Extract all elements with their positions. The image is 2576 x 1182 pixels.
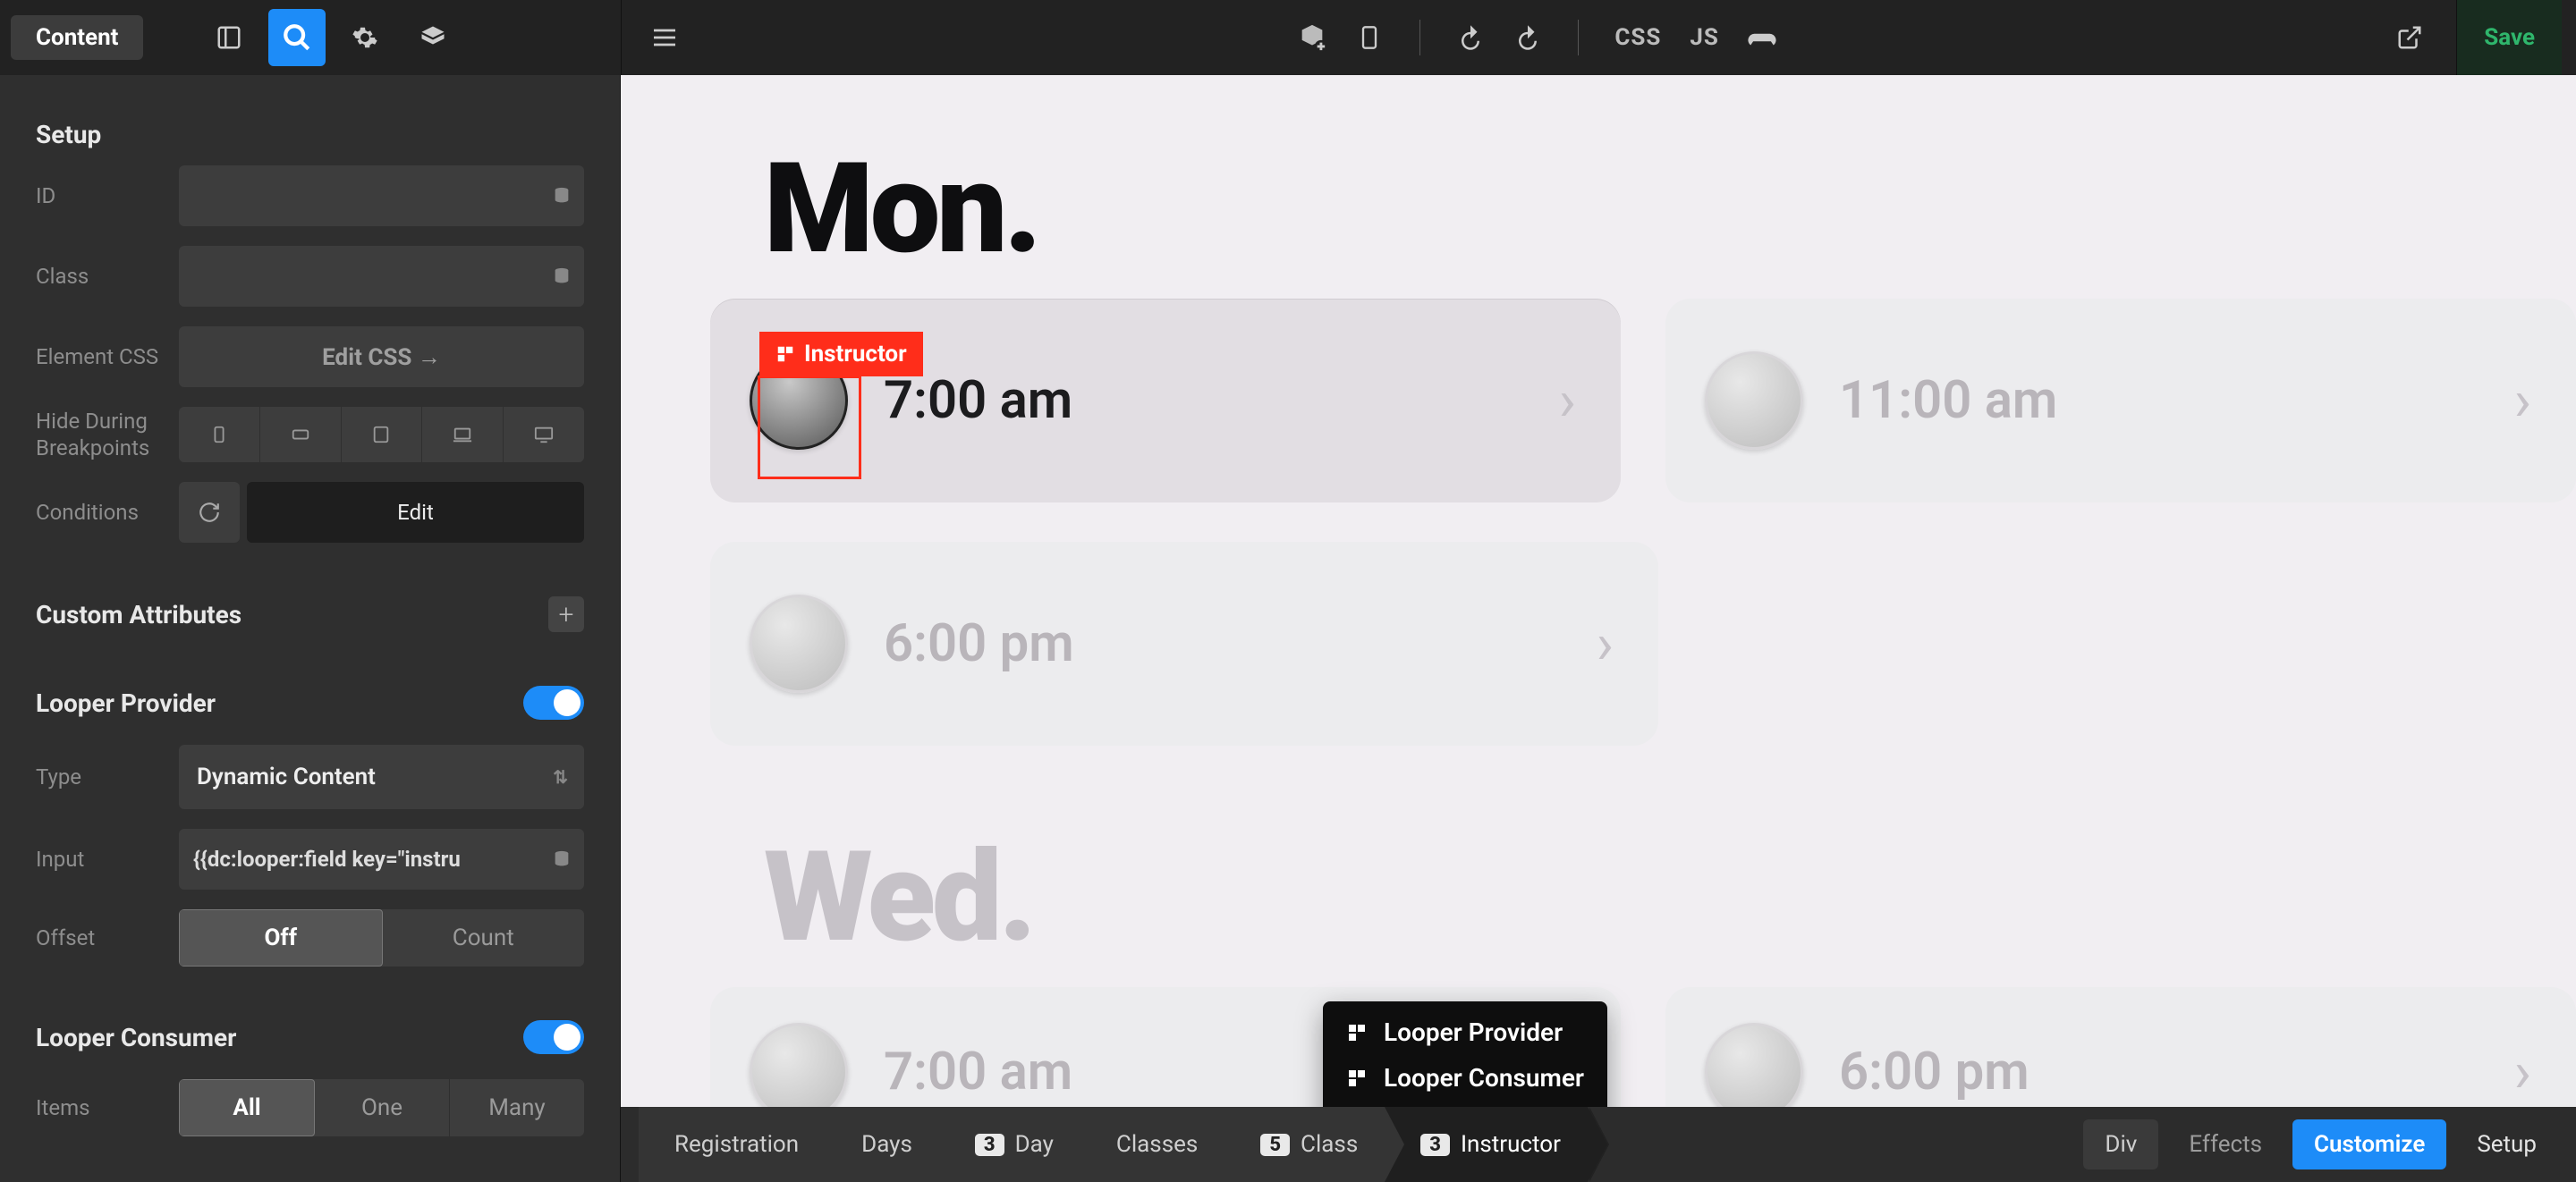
- redo-icon[interactable]: [1499, 9, 1556, 66]
- chevron-right-icon: ›: [1597, 611, 1614, 678]
- chevron-right-icon: ›: [2514, 1039, 2531, 1106]
- type-label: Type: [36, 764, 179, 790]
- chevron-right-icon: ›: [2514, 367, 2531, 435]
- items-label: Items: [36, 1095, 179, 1121]
- class-input[interactable]: [179, 246, 584, 307]
- conditions-refresh-icon[interactable]: [179, 482, 240, 543]
- avatar: [750, 595, 848, 693]
- search-icon[interactable]: [268, 9, 326, 66]
- items-segmented[interactable]: All One Many: [179, 1079, 584, 1136]
- items-one[interactable]: One: [315, 1079, 450, 1136]
- undo-icon[interactable]: [1442, 9, 1499, 66]
- effects-button[interactable]: Effects: [2167, 1119, 2284, 1169]
- items-many[interactable]: Many: [450, 1079, 584, 1136]
- id-input[interactable]: [179, 165, 584, 226]
- top-toolbar-right: CSS JS Save: [622, 0, 2576, 75]
- offset-segmented[interactable]: Off Count: [179, 909, 584, 967]
- offset-off[interactable]: Off: [179, 909, 383, 967]
- save-button[interactable]: Save: [2456, 0, 2562, 75]
- gear-icon[interactable]: [336, 9, 394, 66]
- crumb-registration[interactable]: Registration: [639, 1107, 826, 1182]
- breadcrumb-bar: Registration Days 3Day Classes 5Class 3I…: [621, 1107, 2576, 1182]
- crumb-day[interactable]: 3Day: [939, 1107, 1080, 1182]
- add-attribute-button[interactable]: +: [548, 596, 584, 632]
- content-button[interactable]: Content: [11, 15, 143, 60]
- css-tab[interactable]: CSS: [1614, 24, 1661, 51]
- bp-phone-land-icon[interactable]: [260, 407, 342, 462]
- layers-icon[interactable]: [404, 9, 462, 66]
- class-card[interactable]: 11:00 am ›: [1665, 299, 2576, 502]
- customize-button[interactable]: Customize: [2292, 1119, 2446, 1169]
- external-link-icon[interactable]: [2381, 9, 2438, 66]
- crumb-classes[interactable]: Classes: [1080, 1107, 1224, 1182]
- avatar: [1705, 351, 1803, 450]
- class-card[interactable]: 6:00 pm ›: [710, 542, 1658, 746]
- chevron-right-icon: ›: [1559, 367, 1576, 435]
- cube-add-icon[interactable]: [1284, 9, 1341, 66]
- avatar: [750, 1023, 848, 1107]
- offset-count[interactable]: Count: [383, 909, 585, 967]
- preview-canvas[interactable]: Mon. 7:00 am › 11:00 am › 6:00 pm › Wed.…: [621, 75, 2576, 1107]
- bp-desktop-icon[interactable]: [504, 407, 584, 462]
- gamepad-icon[interactable]: [1733, 9, 1791, 66]
- hide-breakpoints-label: Hide During Breakpoints: [36, 408, 179, 461]
- conditions-label: Conditions: [36, 500, 179, 526]
- class-time: 7:00 am: [884, 370, 1072, 431]
- element-css-label: Element CSS: [36, 344, 179, 370]
- class-time: 6:00 pm: [1839, 1042, 2029, 1102]
- database-icon[interactable]: [552, 266, 572, 286]
- custom-attributes-heading: Custom Attributes: [36, 600, 242, 629]
- looper-consumer-heading: Looper Consumer: [36, 1023, 236, 1052]
- top-toolbar: Content CSS: [0, 0, 2576, 75]
- hamburger-icon[interactable]: [636, 9, 693, 66]
- avatar: [1705, 1023, 1803, 1107]
- tooltip-row: Looper Provider: [1384, 1017, 1563, 1047]
- panel-icon[interactable]: [200, 9, 258, 66]
- conditions-edit-button[interactable]: Edit: [247, 482, 584, 543]
- bp-tablet-icon[interactable]: [342, 407, 423, 462]
- looper-provider-heading: Looper Provider: [36, 688, 216, 718]
- crumb-class[interactable]: 5Class: [1224, 1107, 1385, 1182]
- edit-css-button[interactable]: Edit CSS →: [179, 326, 584, 387]
- looper-consumer-toggle[interactable]: [523, 1020, 584, 1054]
- database-icon[interactable]: [552, 186, 572, 206]
- id-label: ID: [36, 183, 179, 209]
- offset-label: Offset: [36, 925, 179, 951]
- bp-laptop-icon[interactable]: [422, 407, 504, 462]
- type-select[interactable]: Dynamic Content ⇅: [179, 745, 584, 809]
- setup-button[interactable]: Setup: [2455, 1119, 2558, 1169]
- breakpoint-segmented[interactable]: [179, 407, 584, 462]
- setup-heading: Setup: [36, 120, 584, 149]
- class-card[interactable]: 6:00 pm ›: [1665, 987, 2576, 1107]
- input-label: Input: [36, 847, 179, 873]
- class-label: Class: [36, 264, 179, 290]
- looper-input-field[interactable]: {{dc:looper:field key="instru: [179, 829, 584, 890]
- selection-badge: Instructor: [759, 332, 923, 376]
- element-tooltip: Looper Provider Looper Consumer Dynamic …: [1323, 1001, 1607, 1107]
- bottom-right-controls: Div Effects Customize Setup: [2083, 1107, 2576, 1182]
- chevron-updown-icon: ⇅: [553, 766, 568, 788]
- js-tab[interactable]: JS: [1690, 24, 1719, 51]
- items-all[interactable]: All: [179, 1079, 315, 1136]
- database-icon[interactable]: [552, 849, 572, 869]
- class-time: 11:00 am: [1839, 370, 2057, 431]
- class-card[interactable]: 7:00 am ›: [710, 299, 1621, 502]
- class-time: 6:00 pm: [884, 613, 1074, 674]
- crumb-instructor[interactable]: 3Instructor: [1385, 1107, 1588, 1182]
- class-time: 7:00 am: [884, 1042, 1072, 1102]
- breadcrumbs: Registration Days 3Day Classes 5Class 3I…: [621, 1107, 1588, 1182]
- day-heading-wed: Wed.: [764, 835, 2576, 960]
- day-heading-mon: Mon.: [764, 147, 2576, 272]
- tooltip-row: Looper Consumer: [1384, 1063, 1584, 1093]
- bp-phone-icon[interactable]: [179, 407, 260, 462]
- div-button[interactable]: Div: [2083, 1119, 2158, 1169]
- looper-provider-toggle[interactable]: [523, 686, 584, 720]
- inspector-sidebar: Setup ID Class Element CSS Edit CSS → Hi…: [0, 75, 621, 1182]
- device-icon[interactable]: [1341, 9, 1398, 66]
- top-toolbar-left: Content: [0, 0, 621, 75]
